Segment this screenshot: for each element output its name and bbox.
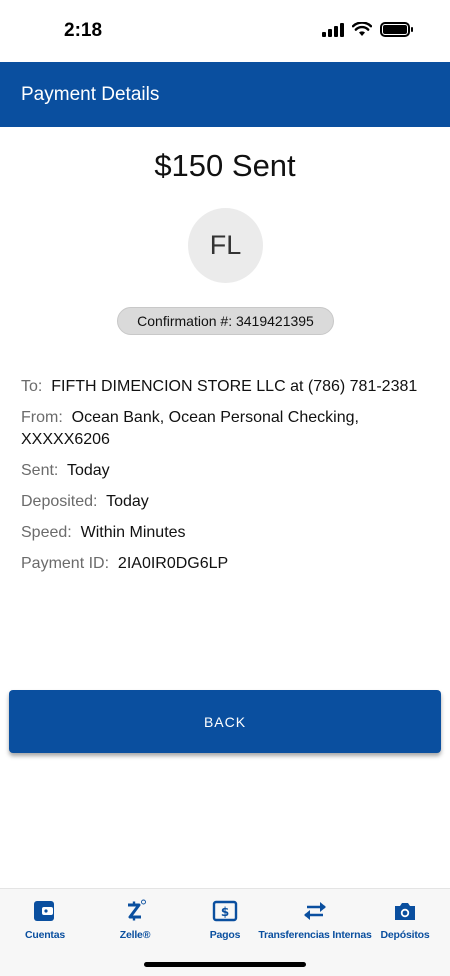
tab-cuentas[interactable]: Cuentas [0,899,90,941]
tab-transferencias-internas[interactable]: Transferencias Internas [258,899,372,941]
payment-id-label: Payment ID: [21,555,110,572]
from-label: From: [21,409,63,426]
detail-row-payment-id: Payment ID: 2IA0IR0DG6LP [21,553,426,575]
wallet-icon [31,899,59,923]
speed-label: Speed: [21,524,72,541]
app-header: Payment Details [0,62,450,127]
status-bar: 2:18 [0,0,450,62]
bill-icon: $ [211,899,239,923]
wifi-icon [352,22,372,36]
confirmation-badge: Confirmation #: 3419421395 [117,307,334,335]
home-indicator[interactable] [144,962,306,967]
recipient-avatar: FL [188,208,263,283]
battery-icon [380,22,413,37]
status-time: 2:18 [64,20,103,41]
speed-value: Within Minutes [80,524,186,541]
tab-label-depositos: Depósitos [380,929,430,941]
tab-zelle[interactable]: Zelle® [90,899,180,941]
zelle-icon [121,899,149,923]
to-value: FIFTH DIMENCION STORE LLC at (786) 781-2… [51,378,418,395]
tab-label-transferencias: Transferencias Internas [258,929,372,941]
svg-text:$: $ [221,905,229,919]
tab-label-cuentas: Cuentas [24,929,66,941]
detail-row-to: To: FIFTH DIMENCION STORE LLC at (786) 7… [21,376,426,398]
tab-pagos[interactable]: $ Pagos [180,899,270,941]
deposited-value: Today [106,493,149,510]
cellular-signal-icon [322,22,344,37]
from-value: Ocean Bank, Ocean Personal Checking, XXX… [21,409,359,448]
amount-sent: $150 Sent [154,148,296,183]
status-icons [322,22,413,37]
back-button[interactable]: BACK [9,690,441,753]
tab-label-zelle: Zelle® [119,929,151,941]
deposited-label: Deposited: [21,493,98,510]
detail-row-deposited: Deposited: Today [21,491,426,513]
tab-depositos[interactable]: Depósitos [360,899,450,941]
sent-label: Sent: [21,462,59,479]
sent-value: Today [66,462,110,479]
payment-details: To: FIFTH DIMENCION STORE LLC at (786) 7… [21,376,426,584]
camera-icon [391,899,419,923]
page-title: Payment Details [21,84,160,105]
tab-label-pagos: Pagos [209,929,241,941]
to-label: To: [21,378,43,395]
detail-row-from: From: Ocean Bank, Ocean Personal Checkin… [21,407,426,451]
transfer-icon [301,899,329,923]
payment-id-value: 2IA0IR0DG6LP [117,555,229,572]
detail-row-sent: Sent: Today [21,460,426,482]
detail-row-speed: Speed: Within Minutes [21,522,426,544]
